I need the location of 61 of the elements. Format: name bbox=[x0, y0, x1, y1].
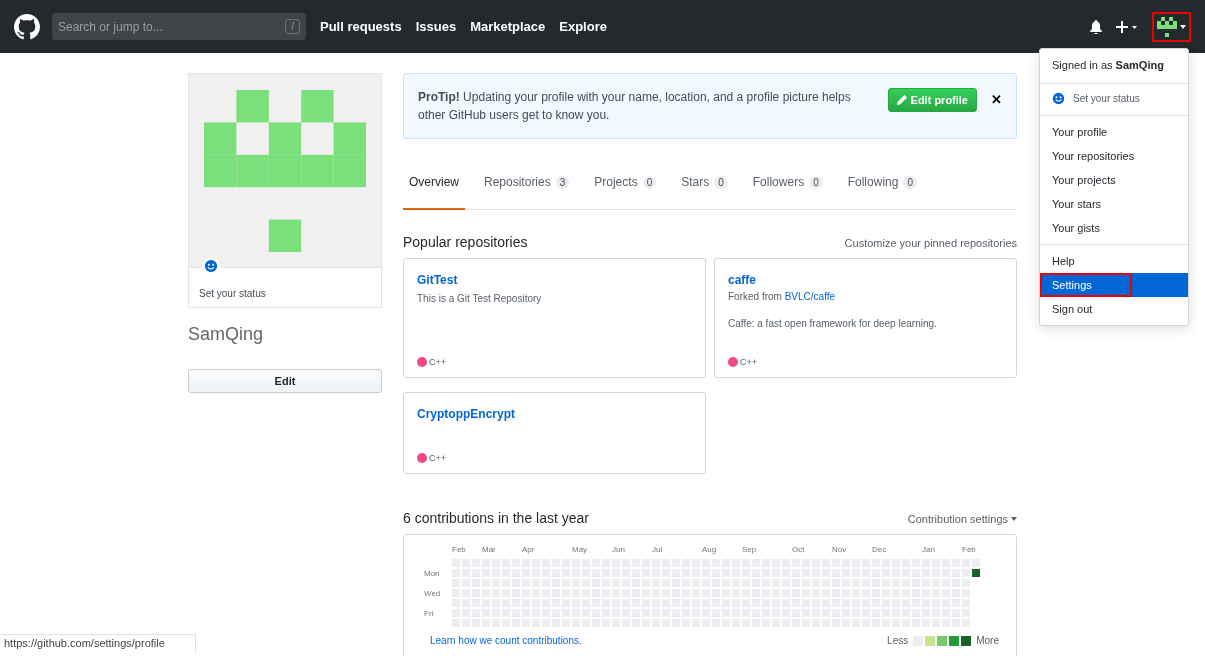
profile-name: SamQing bbox=[188, 324, 265, 345]
profile-tab[interactable]: Following 0 bbox=[841, 167, 923, 210]
profile-tab[interactable]: Stars 0 bbox=[675, 167, 734, 210]
count-badge: 3 bbox=[555, 175, 570, 189]
contribution-settings-dropdown[interactable]: Contribution settings bbox=[907, 513, 1017, 525]
menu-item[interactable]: Your projects bbox=[1040, 168, 1188, 192]
legend-label: Less bbox=[887, 635, 909, 646]
menu-item[interactable]: Your profile bbox=[1040, 120, 1188, 144]
count-badge: 0 bbox=[642, 175, 657, 189]
signed-in-label: Signed in as SamQing bbox=[1051, 58, 1165, 73]
count-badge: 0 bbox=[903, 175, 917, 189]
fork-source-link[interactable]: BVLC/caffe bbox=[784, 291, 836, 302]
set-status-item[interactable]: Set your status bbox=[1040, 88, 1188, 111]
repo-link[interactable]: CryptoppEncrypt bbox=[417, 407, 692, 421]
menu-item[interactable]: Your stars bbox=[1040, 192, 1188, 216]
nav-link[interactable]: Marketplace bbox=[470, 19, 546, 34]
language-label: C++ bbox=[740, 357, 757, 367]
repo-description: This is a Git Test Repository bbox=[417, 293, 543, 304]
plus-dropdown-icon[interactable] bbox=[1116, 20, 1138, 33]
repo-description: Caffe: a fast open framework for deep learning. bbox=[728, 318, 938, 329]
profile-tab[interactable]: Repositories 3 bbox=[478, 167, 576, 210]
repo-link[interactable]: GitTest bbox=[417, 273, 692, 287]
avatar-menu-button[interactable] bbox=[1152, 11, 1191, 42]
status-url: https://github.com/settings/profile bbox=[0, 634, 196, 652]
smiley-icon bbox=[204, 259, 218, 273]
language-label: C++ bbox=[429, 453, 446, 463]
legend-scale-drawing bbox=[913, 635, 972, 646]
avatar-icon bbox=[1157, 16, 1177, 37]
protip-text: ProTip! Updating your profile with your name, location, and a profile picture helps other GitHub users get to know you. bbox=[418, 89, 852, 124]
octocat-logo[interactable] bbox=[14, 13, 40, 40]
learn-link[interactable]: Learn how we count contributions. bbox=[430, 635, 582, 646]
caret-icon bbox=[1180, 24, 1186, 29]
profile-tab[interactable]: Overview bbox=[403, 167, 465, 210]
count-badge: 0 bbox=[809, 175, 823, 189]
customize-pins-link[interactable]: Customize your pinned repositories bbox=[844, 237, 1017, 249]
profile-tab[interactable]: Projects 0 bbox=[588, 167, 663, 210]
caret-icon bbox=[1011, 517, 1017, 521]
section-heading: Popular repositories bbox=[403, 234, 528, 250]
section-heading: 6 contributions in the last year bbox=[403, 510, 589, 526]
count-badge: 0 bbox=[714, 175, 728, 189]
language-label: C++ bbox=[429, 357, 446, 367]
profile-tab[interactable]: Followers 0 bbox=[746, 167, 829, 210]
fork-note: Forked from BVLC/caffe bbox=[728, 291, 837, 302]
repo-link[interactable]: caffe bbox=[728, 273, 1003, 287]
pencil-icon bbox=[896, 95, 907, 105]
menu-item[interactable]: Help bbox=[1040, 249, 1188, 273]
nav-link[interactable]: Pull requests bbox=[320, 19, 402, 34]
bell-icon[interactable] bbox=[1090, 19, 1102, 34]
menu-item[interactable]: Your gists bbox=[1040, 216, 1188, 240]
close-button[interactable]: ✕ bbox=[991, 88, 1002, 107]
menu-item[interactable]: Settings bbox=[1040, 273, 1132, 297]
smiley-icon bbox=[1052, 92, 1065, 105]
nav-link[interactable]: Explore bbox=[559, 19, 607, 34]
legend-label: More bbox=[976, 635, 999, 646]
menu-item[interactable]: Your repositories bbox=[1040, 144, 1188, 168]
set-status-link[interactable]: Set your status bbox=[188, 267, 382, 308]
nav-link[interactable]: Issues bbox=[415, 19, 457, 34]
menu-item[interactable]: Sign out bbox=[1040, 297, 1188, 321]
search-field[interactable]: Search or jump to... / bbox=[52, 13, 306, 40]
edit-button[interactable]: Edit bbox=[188, 369, 382, 393]
contribution-graph-drawing: Feb Mar Apr May Jun Jul Aug Sep Oct Nov Dec Jan Feb Mon Wed Fri bbox=[424, 545, 1016, 629]
